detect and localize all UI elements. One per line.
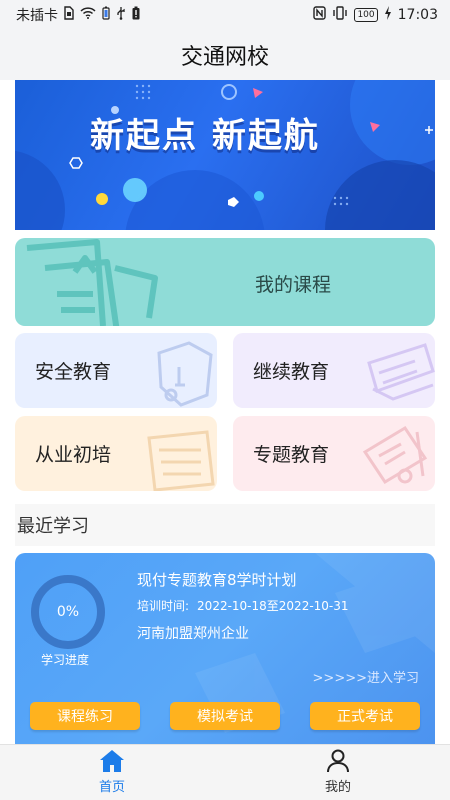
promo-banner[interactable]: 新起点 新起航: [15, 80, 435, 230]
battery-level: 100: [354, 8, 378, 22]
tab-mine-label: 我的: [324, 780, 351, 795]
battery-saver-icon: [102, 6, 110, 24]
formal-exam-button[interactable]: 正式考试: [310, 702, 420, 730]
enter-study-link[interactable]: >>>>>进入学习: [313, 667, 419, 686]
tab-home-label: 首页: [98, 780, 125, 795]
home-icon: [100, 750, 124, 772]
safety-education-label: 安全教育: [35, 361, 112, 383]
app-header: 交通网校: [0, 30, 450, 80]
usb-icon: [116, 6, 126, 24]
recent-title-text: 最近学习: [17, 516, 89, 537]
tab-home[interactable]: 首页: [72, 749, 152, 799]
document-icon: [367, 343, 435, 401]
main-content[interactable]: 新起点 新起航 我的课程 安全教育 继续教育 从业初培 专题教育 最近学习 0%…: [0, 80, 450, 744]
vibrate-icon: [332, 6, 348, 24]
special-education-card[interactable]: 专题教育: [233, 416, 435, 491]
plan-time-label: 培训时间:: [137, 599, 190, 613]
clock: 17:03: [397, 7, 438, 23]
nfc-icon: [313, 6, 327, 24]
progress-label: 学习进度: [41, 653, 90, 667]
alert-battery-icon: [132, 6, 140, 24]
status-left: 未插卡: [16, 5, 140, 25]
book-icon: [26, 239, 158, 326]
carrier-text: 未插卡: [16, 8, 58, 24]
progress-ring: 0%: [29, 573, 107, 651]
initial-training-label: 从业初培: [35, 444, 112, 466]
plan-title: 现付专题教育8学时计划: [137, 571, 297, 589]
plan-organization: 河南加盟郑州企业: [137, 626, 249, 642]
tab-mine[interactable]: 我的: [298, 749, 378, 799]
status-bar: 未插卡 100 17:03: [0, 0, 450, 30]
certificate-icon: [362, 425, 428, 485]
safety-education-card[interactable]: 安全教育: [15, 333, 217, 408]
bottom-tab-bar: 首页 我的: [0, 744, 450, 800]
progress-percent: 0%: [56, 604, 80, 620]
banner-title: 新起点 新起航: [90, 116, 320, 156]
course-practice-button[interactable]: 课程练习: [30, 702, 140, 730]
status-right: 100 17:03: [313, 6, 438, 24]
plan-time-range: 2022-10-18至2022-10-31: [197, 599, 349, 613]
plan-time: 培训时间: 2022-10-18至2022-10-31: [137, 597, 357, 614]
wifi-icon: [80, 7, 96, 23]
notebook-icon: [147, 430, 215, 491]
charging-icon: [384, 6, 392, 24]
special-education-label: 专题教育: [253, 444, 330, 466]
page-title: 交通网校: [180, 45, 269, 70]
continuing-education-card[interactable]: 继续教育: [233, 333, 435, 408]
recent-section-title: 最近学习: [15, 504, 435, 546]
mock-exam-button[interactable]: 模拟考试: [170, 702, 280, 730]
sim-icon: [64, 6, 74, 24]
initial-training-card[interactable]: 从业初培: [15, 416, 217, 491]
recent-study-card[interactable]: 0% 学习进度 现付专题教育8学时计划 培训时间: 2022-10-18至2022…: [15, 553, 435, 744]
continuing-education-label: 继续教育: [253, 361, 330, 383]
my-courses-card[interactable]: 我的课程: [15, 238, 435, 326]
user-icon: [327, 749, 349, 773]
shield-icon: [157, 341, 213, 407]
my-courses-label: 我的课程: [255, 274, 332, 296]
